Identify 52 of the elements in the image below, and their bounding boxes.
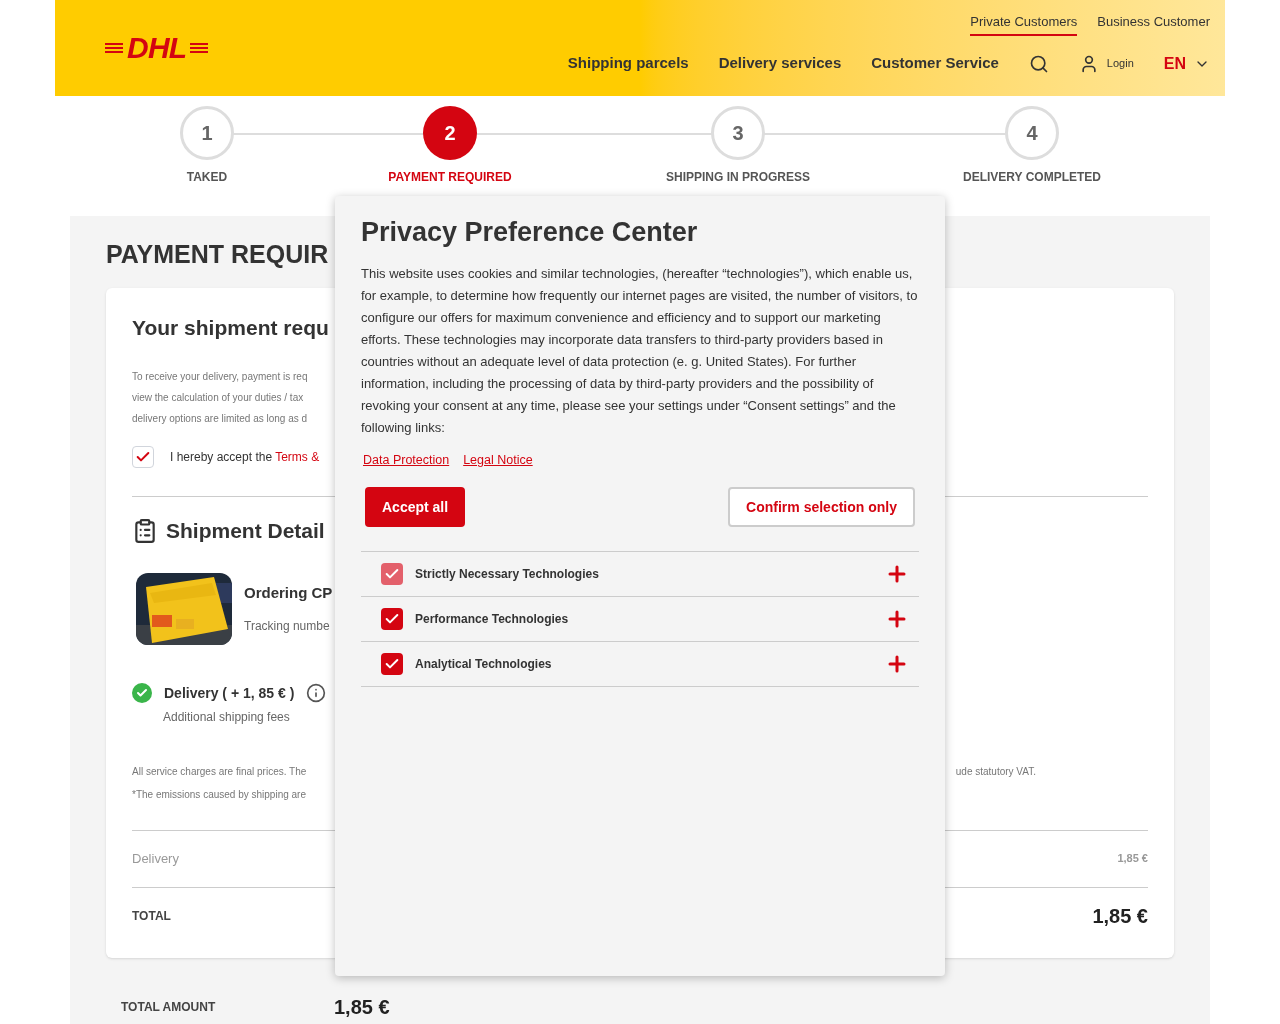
language-selector[interactable]: EN	[1163, 51, 1186, 76]
note-text: ude statutory VAT.	[955, 764, 1036, 779]
item-name: Ordering CP	[244, 583, 333, 604]
dialog-title: Privacy Preference Center	[361, 216, 699, 249]
dialog-link[interactable]: Data Protection	[363, 450, 450, 470]
info-icon[interactable]	[306, 683, 327, 703]
total-amount-label: TOTAL AMOUNT	[121, 998, 217, 1016]
summary-value: 1,85 €	[1092, 903, 1148, 929]
dhl-logo[interactable]: DHL	[105, 33, 209, 63]
summary-value: 1,85 €	[1117, 851, 1148, 867]
intro-text: view the calculation of your duties / tax	[132, 391, 304, 405]
delivery-option-label: Delivery ( + 1, 85 € )	[164, 683, 295, 703]
section-title: Shipment Detail	[166, 518, 325, 544]
summary-label: TOTAL	[132, 907, 171, 925]
total-amount-value: 1,85 €	[334, 994, 390, 1020]
clipboard-icon	[132, 517, 158, 544]
check-icon	[136, 687, 148, 699]
category-label: Strictly Necessary Technologies	[415, 566, 600, 584]
delivery-option-subtext: Additional shipping fees	[163, 708, 291, 726]
note-text: All service charges are final prices. The	[132, 764, 307, 779]
step-label: SHIPPING IN PROGRESS	[666, 169, 810, 186]
intro-text: To receive your delivery, payment is req	[132, 370, 308, 384]
nav-link[interactable]: Shipping parcels	[567, 52, 689, 75]
terms-text: I hereby accept the Terms &	[170, 449, 320, 466]
step-label: TAKED	[186, 169, 228, 186]
page-title: PAYMENT REQUIR	[106, 239, 329, 270]
logo-text: DHL	[127, 33, 187, 63]
accept-all-button[interactable]: Accept all	[365, 487, 466, 528]
nav-link[interactable]: Customer Service	[871, 52, 999, 75]
step-label: PAYMENT REQUIRED	[388, 169, 512, 186]
note-text: *The emissions caused by shipping are	[132, 787, 306, 802]
terms-checkbox[interactable]	[132, 446, 154, 468]
terms-link[interactable]: Terms &	[275, 450, 320, 464]
nav-link[interactable]: Delivery services	[718, 52, 842, 75]
stripes-icon	[105, 42, 123, 54]
intro-text: delivery options are limited as long as d	[132, 412, 308, 426]
top-link[interactable]: Business Customer	[1097, 12, 1210, 36]
confirm-selection-button[interactable]: Confirm selection only	[728, 487, 915, 528]
consent-checkbox[interactable]	[381, 608, 403, 631]
category-label: Analytical Technologies	[415, 656, 553, 674]
login-link[interactable]: Login	[1106, 55, 1134, 72]
tracking-text: Tracking numbe	[244, 617, 331, 635]
consent-checkbox[interactable]	[381, 653, 403, 676]
card-title: Your shipment requ	[132, 314, 329, 341]
dialog-description: This website uses cookies and similar technologies, (hereafter “technologies”), which enable us, for example, to determine how frequently our internet pages are visited, the number of visitors, to configure our offers for maximum convenience and efficiency and to support our marketing efforts. These technologies may incorporate data transfers to third-party providers based in countries without an adequate level of data protection (e. g. United States). For further information, including the processing of data by third-party providers and the possibility of revoking your consent at any time, please see your settings under “Consent settings” and the following links:	[361, 264, 919, 437]
dialog-link[interactable]: Legal Notice	[463, 450, 533, 470]
top-link[interactable]: Private Customers	[970, 12, 1078, 36]
category-label: Performance Technologies	[415, 611, 570, 629]
step-label: DELIVERY COMPLETED	[963, 169, 1101, 186]
summary-label: Delivery	[132, 849, 179, 868]
search-icon[interactable]	[1028, 53, 1049, 74]
stripes-icon	[190, 42, 209, 54]
